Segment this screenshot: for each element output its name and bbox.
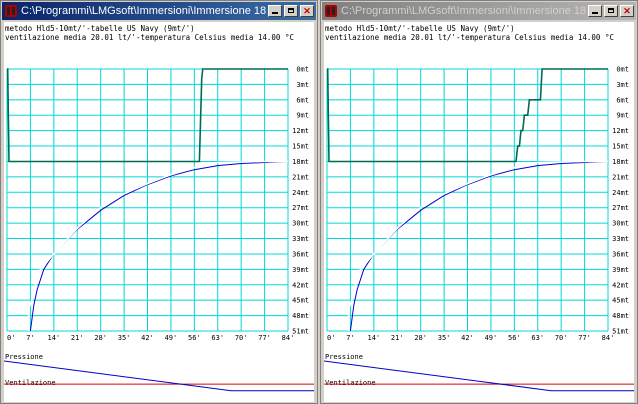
dive-chart-area: metodo Hld5-10mt/'-tabelle US Navy (9mt/…: [324, 22, 634, 402]
pressure-ventilation-plot: Pressione Ventilazione: [324, 353, 634, 392]
ventilation-label: Ventilazione: [325, 379, 376, 387]
window-title: C:\Programmi\LMGsoft\Immersioni\Immersio…: [341, 5, 586, 17]
window-title: C:\Programmi\LMGsoft\Immersioni\Immersio…: [21, 5, 266, 17]
minimize-button[interactable]: [268, 5, 282, 17]
close-icon: ✕: [623, 6, 631, 16]
maximize-icon: [608, 8, 614, 13]
pressure-label: Pressione: [325, 353, 363, 361]
app-icon[interactable]: [4, 4, 18, 18]
title-bar[interactable]: C:\Programmi\LMGsoft\Immersioni\Immersio…: [322, 2, 636, 20]
minimize-icon: [272, 12, 278, 14]
pressure-ventilation-plot: Pressione Ventilazione: [4, 353, 314, 392]
maximize-icon: [288, 8, 294, 13]
close-button[interactable]: ✕: [620, 5, 634, 17]
ventilation-label: Ventilazione: [5, 379, 56, 387]
dive-window-right[interactable]: C:\Programmi\LMGsoft\Immersioni\Immersio…: [320, 0, 638, 404]
app-icon[interactable]: [324, 4, 338, 18]
dive-chart-area: metodo Hld5-10mt/'-tabelle US Navy (9mt/…: [4, 22, 314, 402]
dive-window-left[interactable]: C:\Programmi\LMGsoft\Immersioni\Immersio…: [0, 0, 318, 404]
minimize-icon: [592, 12, 598, 14]
maximize-button[interactable]: [604, 5, 618, 17]
close-button[interactable]: ✕: [300, 5, 314, 17]
minimize-button[interactable]: [588, 5, 602, 17]
close-icon: ✕: [303, 6, 311, 16]
title-bar[interactable]: C:\Programmi\LMGsoft\Immersioni\Immersio…: [2, 2, 316, 20]
maximize-button[interactable]: [284, 5, 298, 17]
pressure-label: Pressione: [5, 353, 43, 361]
